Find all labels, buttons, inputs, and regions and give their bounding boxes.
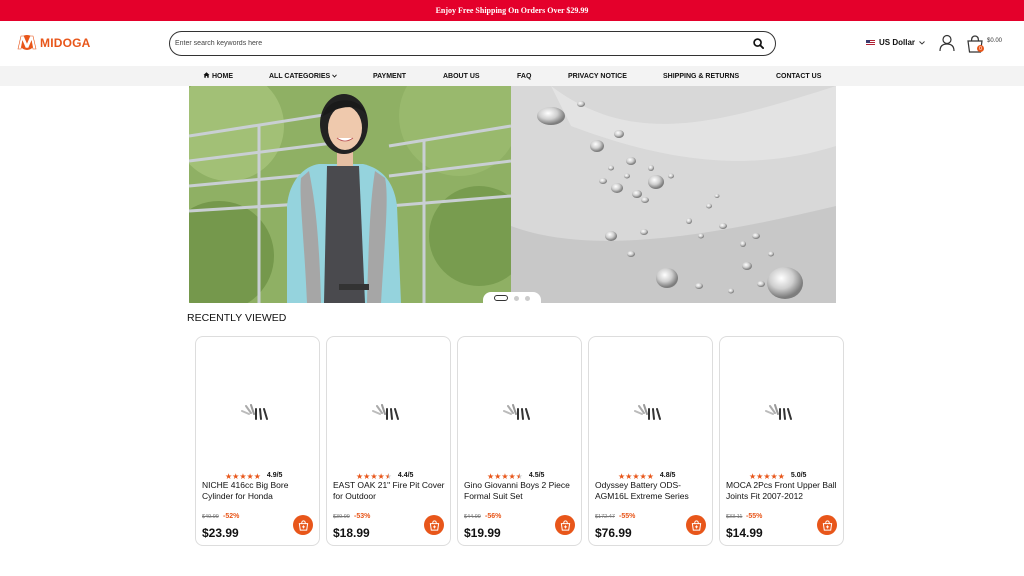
carousel-dot-3[interactable] bbox=[525, 295, 530, 301]
discount-badge: -53% bbox=[354, 513, 371, 520]
nav-item-label: HOME bbox=[212, 72, 233, 80]
image-loading-icon bbox=[633, 401, 663, 425]
product-card[interactable]: ★★★★★ 4.8/5 Odyssey Battery ODS-AGM16L E… bbox=[588, 336, 713, 546]
nav-item-home[interactable]: HOME bbox=[203, 66, 233, 86]
discount-badge: -55% bbox=[619, 513, 636, 520]
logo-text: MIDOGA bbox=[40, 35, 91, 50]
carousel-dot-2[interactable] bbox=[514, 295, 519, 301]
banner-image-model bbox=[189, 86, 511, 303]
rating-value: 5.0/5 bbox=[790, 471, 807, 479]
product-card[interactable]: ★★★★★ 4.9/5 NICHE 416cc Big Bore Cylinde… bbox=[195, 336, 320, 546]
chevron-down-icon bbox=[332, 73, 338, 80]
nav-item-label: PAYMENT bbox=[373, 72, 407, 80]
cart-plus-icon bbox=[298, 519, 308, 531]
image-loading-icon bbox=[240, 401, 270, 425]
currency-selector[interactable]: US Dollar bbox=[866, 38, 925, 47]
product-name[interactable]: Odyssey Battery ODS-AGM16L Extreme Serie… bbox=[595, 480, 707, 502]
carousel-pagination bbox=[483, 292, 541, 304]
product-price: $14.99 bbox=[726, 526, 763, 540]
discount-badge: -56% bbox=[485, 513, 502, 520]
cart-plus-icon bbox=[691, 519, 701, 531]
logo-mark-icon bbox=[16, 34, 38, 51]
rating-value: 4.8/5 bbox=[659, 471, 676, 479]
nav-item-label: SHIPPING & RETURNS bbox=[663, 72, 740, 80]
original-price: $39.99 bbox=[333, 514, 350, 520]
nav-item-contact-us[interactable]: CONTACT US bbox=[776, 66, 821, 86]
add-to-cart-button[interactable] bbox=[293, 515, 313, 535]
nav-item-label: ALL CATEGORIES bbox=[269, 72, 331, 80]
product-card[interactable]: ★★★★★ 5.0/5 MOCA 2Pcs Front Upper Ball J… bbox=[719, 336, 844, 546]
main-nav: HOME ALL CATEGORIES PAYMENT ABOUT US FAQ… bbox=[0, 66, 1024, 86]
site-header: MIDOGA US Dollar 0 $0.00 bbox=[0, 21, 1024, 66]
original-price: $44.99 bbox=[464, 514, 481, 520]
nav-item-label: PRIVACY NOTICE bbox=[568, 72, 627, 80]
search-icon[interactable] bbox=[751, 37, 765, 51]
product-name[interactable]: EAST OAK 21" Fire Pit Cover for Outdoor bbox=[333, 480, 445, 502]
nav-item-label: CONTACT US bbox=[776, 72, 822, 80]
carousel-dot-1[interactable] bbox=[494, 295, 508, 301]
add-to-cart-button[interactable] bbox=[686, 515, 706, 535]
nav-item-shipping-returns[interactable]: SHIPPING & RETURNS bbox=[663, 66, 739, 86]
product-price: $19.99 bbox=[464, 526, 501, 540]
discount-badge: -52% bbox=[223, 513, 240, 520]
recently-viewed-title: RECENTLY VIEWED bbox=[187, 312, 287, 324]
product-card[interactable]: ★★★★★ 4.4/5 EAST OAK 21" Fire Pit Cover … bbox=[326, 336, 451, 546]
product-price: $18.99 bbox=[333, 526, 370, 540]
home-icon bbox=[203, 72, 210, 80]
image-loading-icon bbox=[502, 401, 532, 425]
search-input[interactable] bbox=[175, 40, 751, 47]
cart-count-badge: 0 bbox=[977, 45, 984, 52]
cart-plus-icon bbox=[560, 519, 570, 531]
banner-image-water-drops bbox=[511, 86, 836, 303]
original-price: $33.11 bbox=[726, 514, 743, 520]
nav-item-all-categories[interactable]: ALL CATEGORIES bbox=[269, 66, 338, 86]
account-icon[interactable] bbox=[938, 34, 956, 52]
cart-total: $0.00 bbox=[987, 38, 1003, 44]
image-loading-icon bbox=[371, 401, 401, 425]
nav-item-label: FAQ bbox=[517, 72, 532, 80]
nav-item-payment[interactable]: PAYMENT bbox=[373, 66, 406, 86]
promo-text: Enjoy Free Shipping On Orders Over $29.9… bbox=[435, 6, 589, 15]
site-logo[interactable]: MIDOGA bbox=[16, 34, 91, 51]
nav-item-about-us[interactable]: ABOUT US bbox=[443, 66, 480, 86]
nav-item-label: ABOUT US bbox=[443, 72, 480, 80]
promo-bar: Enjoy Free Shipping On Orders Over $29.9… bbox=[0, 0, 1024, 21]
nav-item-faq[interactable]: FAQ bbox=[517, 66, 531, 86]
cart-plus-icon bbox=[429, 519, 439, 531]
product-price: $76.99 bbox=[595, 526, 632, 540]
original-price: $172.47 bbox=[595, 514, 615, 520]
cart-plus-icon bbox=[822, 519, 832, 531]
discount-badge: -55% bbox=[746, 513, 763, 520]
image-loading-icon bbox=[764, 401, 794, 425]
add-to-cart-button[interactable] bbox=[424, 515, 444, 535]
product-name[interactable]: Gino Giovanni Boys 2 Piece Formal Suit S… bbox=[464, 480, 576, 502]
cart-icon: 0 bbox=[965, 34, 985, 54]
cart-button[interactable]: 0 $0.00 bbox=[965, 34, 1002, 54]
rating-value: 4.5/5 bbox=[528, 471, 545, 479]
product-name[interactable]: MOCA 2Pcs Front Upper Ball Joints Fit 20… bbox=[726, 480, 838, 502]
rating-value: 4.9/5 bbox=[266, 471, 283, 479]
search-bar bbox=[169, 31, 776, 56]
rating-value: 4.4/5 bbox=[397, 471, 414, 479]
product-price: $23.99 bbox=[202, 526, 239, 540]
nav-item-privacy-notice[interactable]: PRIVACY NOTICE bbox=[568, 66, 627, 86]
add-to-cart-button[interactable] bbox=[817, 515, 837, 535]
original-price: $49.99 bbox=[202, 514, 219, 520]
product-name[interactable]: NICHE 416cc Big Bore Cylinder for Honda bbox=[202, 480, 314, 502]
product-card[interactable]: ★★★★★ 4.5/5 Gino Giovanni Boys 2 Piece F… bbox=[457, 336, 582, 546]
currency-label: US Dollar bbox=[879, 38, 916, 47]
chevron-down-icon bbox=[919, 38, 925, 47]
hero-banner[interactable] bbox=[189, 86, 836, 303]
add-to-cart-button[interactable] bbox=[555, 515, 575, 535]
us-flag-icon bbox=[866, 39, 875, 46]
